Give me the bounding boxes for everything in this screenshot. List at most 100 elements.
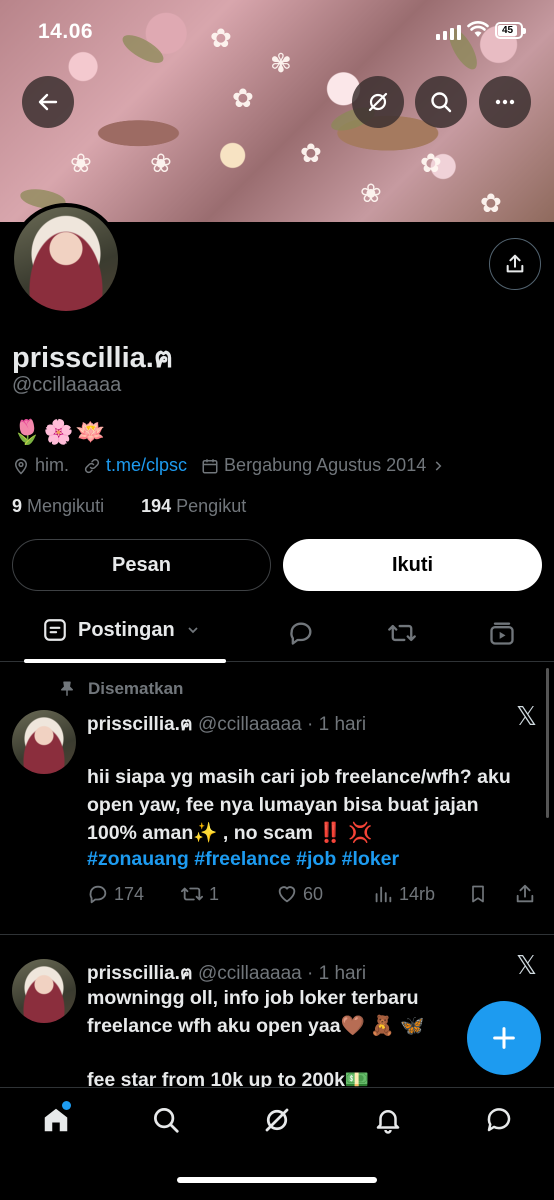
wifi-icon [467, 21, 489, 37]
followers-count: 194 [141, 496, 172, 516]
calendar-icon [202, 458, 218, 473]
bell-icon[interactable] [373, 1105, 403, 1135]
tab-reposts-icon[interactable] [387, 619, 417, 647]
profile-handle: @ccillaaaaa [12, 374, 122, 396]
repost-icon [181, 887, 203, 901]
bookmark-icon [472, 885, 484, 903]
profile-meta: him. t.me/clpsc Bergabung Agustus 2014 [12, 455, 459, 476]
reply-icon [89, 885, 107, 904]
tweet-header: prisscillia.ฅ @ccillaaaaa · 1 hari [87, 709, 366, 739]
follow-button[interactable]: Ikuti [283, 539, 542, 591]
location-text: him. [35, 455, 70, 475]
share-profile-button[interactable] [489, 238, 541, 290]
location-icon [14, 458, 28, 475]
profile-tabs: Postingan [0, 605, 554, 663]
tweet-time: · 1 hari [307, 714, 367, 735]
more-button[interactable] [479, 76, 531, 128]
grok-icon [368, 92, 388, 112]
banner-flower: ✿ [480, 188, 502, 218]
profile-avatar[interactable] [10, 203, 122, 315]
search-icon[interactable] [151, 1105, 181, 1135]
tweet-avatar[interactable] [12, 959, 76, 1023]
x-logo-icon: 𝕏 [516, 702, 537, 732]
tab-replies-icon[interactable] [287, 619, 315, 647]
tweet-text: mowningg oll, info job loker terbaru fre… [87, 987, 425, 1037]
tweet-author-handle: @ccillaaaaa [197, 714, 302, 735]
link-icon [84, 458, 100, 473]
plus-icon [493, 1027, 515, 1049]
tweet-hashtags[interactable]: #zonauang #freelance #job #loker [87, 848, 399, 871]
tweet-author-handle: @ccillaaaaa [197, 963, 302, 984]
tweet-text: hii siapa yg masih cari job freelance/wf… [87, 766, 511, 844]
tweet-author-name[interactable]: prisscillia.ฅ [87, 714, 193, 735]
messages-icon[interactable] [484, 1105, 514, 1135]
followers-stat[interactable]: 194 Pengikut [141, 496, 262, 516]
scrollbar[interactable] [546, 668, 549, 818]
pinned-indicator: Disematkan [58, 679, 183, 699]
follow-stats: 9 Mengikuti 194 Pengikut [12, 496, 278, 517]
tweet-divider [0, 934, 554, 935]
pin-icon [61, 681, 73, 696]
profile-joined: Bergabung Agustus 2014 [201, 455, 445, 476]
battery-level: 45 [498, 25, 517, 36]
like-button[interactable]: 60 [276, 883, 372, 905]
reply-button[interactable]: 174 [87, 883, 180, 905]
banner-flower: ❀ [150, 148, 172, 178]
posts-icon [44, 619, 66, 641]
home-indicator [177, 1177, 377, 1183]
search-icon [431, 92, 452, 113]
back-button[interactable] [22, 76, 74, 128]
share-icon [506, 254, 524, 273]
chevron-right-icon[interactable] [431, 459, 445, 473]
grok-button[interactable] [352, 76, 404, 128]
bookmark-button[interactable] [468, 883, 514, 905]
tweet-actions: 174 1 60 14rb [87, 883, 536, 905]
tab-posts[interactable]: Postingan [42, 617, 201, 643]
pinned-label: Disematkan [88, 679, 184, 698]
bottom-navigation [0, 1087, 554, 1200]
compose-button[interactable] [467, 1001, 541, 1075]
tweet-share-button[interactable] [514, 883, 536, 905]
chevron-down-icon [188, 627, 198, 634]
tweet-author-name[interactable]: prisscillia.ฅ [87, 963, 193, 984]
tweet-avatar[interactable] [12, 710, 76, 774]
signal-icon [436, 24, 461, 40]
following-stat[interactable]: 9 Mengikuti [12, 496, 120, 516]
views-icon [375, 886, 392, 903]
status-bar: 14.06 45 [0, 0, 554, 62]
notification-dot [62, 1101, 71, 1110]
arrow-left-icon [38, 93, 58, 111]
views-button[interactable]: 14rb [372, 883, 468, 905]
search-button[interactable] [415, 76, 467, 128]
profile-bio: 🌷🌸🪷 [12, 419, 108, 446]
tweet-time: · 1 hari [307, 963, 367, 984]
message-button[interactable]: Pesan [12, 539, 271, 591]
profile-location: him. [12, 455, 69, 476]
followers-label: Pengikut [176, 496, 247, 516]
repost-button[interactable]: 1 [180, 883, 276, 905]
status-time: 14.06 [38, 20, 94, 43]
following-label: Mengikuti [27, 496, 105, 516]
banner-flower: ✿ [300, 138, 322, 168]
x-logo-icon: 𝕏 [516, 951, 537, 981]
repost-count: 1 [209, 883, 220, 904]
banner-flower: ❀ [360, 178, 382, 208]
profile-link[interactable]: t.me/clpsc [83, 455, 187, 476]
active-tab-indicator [24, 659, 226, 663]
banner-flower: ❀ [70, 148, 92, 178]
joined-text: Bergabung Agustus 2014 [224, 455, 427, 475]
banner-flower: ✿ [232, 83, 254, 113]
grok-icon[interactable] [262, 1105, 292, 1135]
link-text[interactable]: t.me/clpsc [106, 455, 187, 476]
following-count: 9 [12, 496, 23, 516]
tab-posts-label: Postingan [78, 618, 175, 641]
banner-flower: ✿ [420, 148, 442, 178]
tab-media-icon[interactable] [488, 619, 516, 647]
views-count: 14rb [399, 883, 436, 904]
reply-count: 174 [114, 883, 145, 904]
like-count: 60 [303, 883, 324, 904]
share-icon [516, 884, 534, 903]
more-icon [495, 99, 515, 105]
battery-icon: 45 [495, 22, 526, 39]
heart-icon [278, 886, 296, 903]
